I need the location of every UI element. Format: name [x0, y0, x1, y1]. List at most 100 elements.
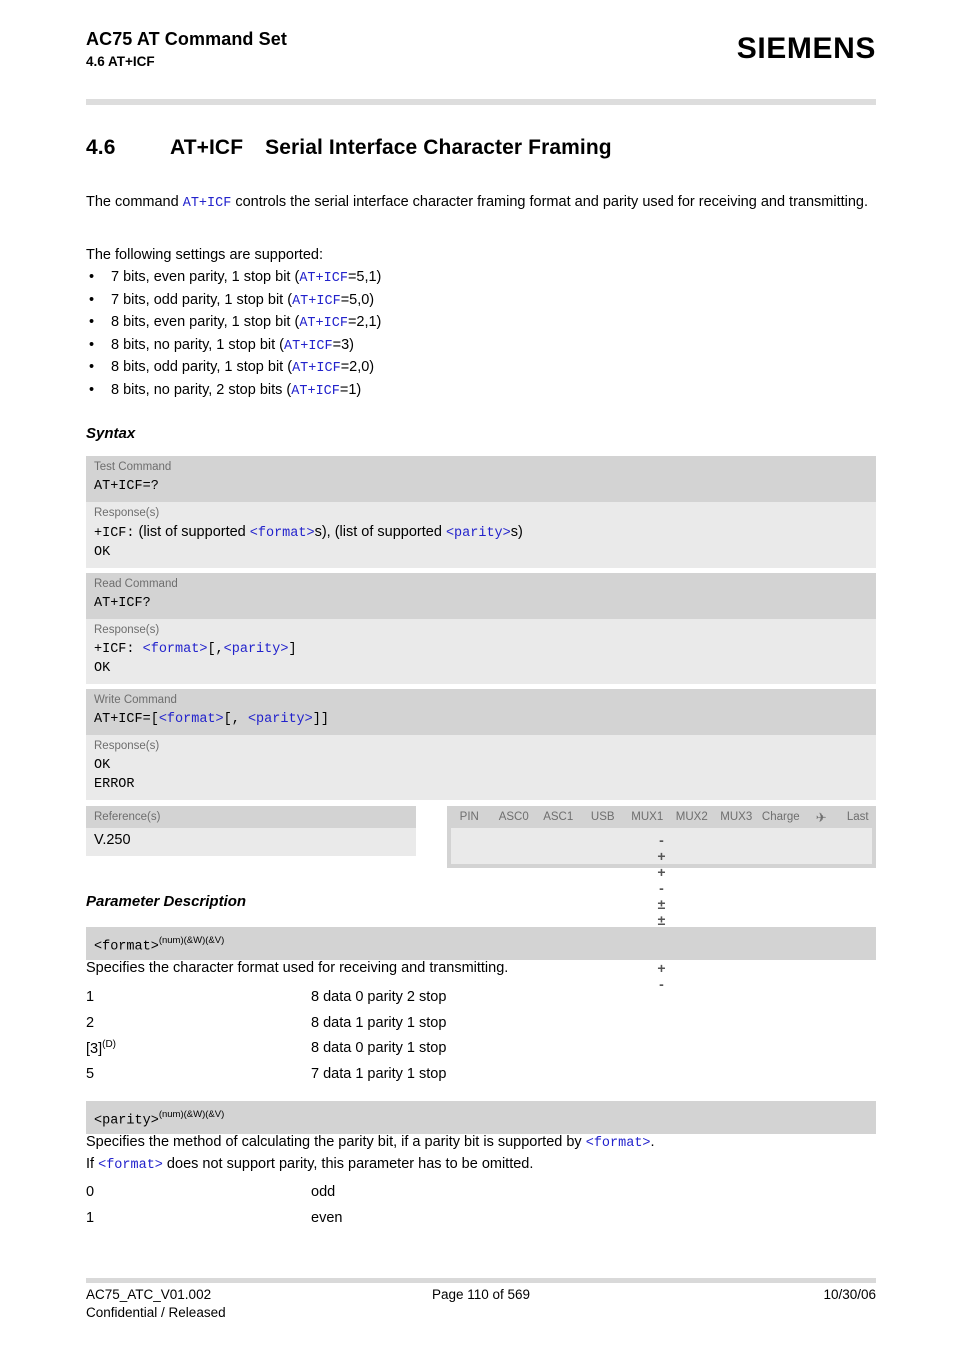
list-item-command-link[interactable]: AT+ICF — [291, 384, 340, 399]
reference-label: Reference(s) — [86, 806, 416, 828]
interface-support-table: PIN ASC0 ASC1 USB MUX1 MUX2 MUX3 Charge … — [447, 806, 876, 992]
intro-command-link[interactable]: AT+ICF — [183, 196, 232, 211]
reference-block: Reference(s) V.250 — [86, 806, 416, 856]
resp-mid: [, — [207, 642, 224, 657]
value-key: 5 — [86, 1060, 311, 1084]
footer-page-number: Page 110 of 569 — [431, 1287, 531, 1302]
footer-date: 10/30/06 — [823, 1287, 876, 1302]
cell-pin: - — [659, 832, 664, 848]
value-key: 0 — [86, 1178, 311, 1202]
parity-value-table: 0 odd 1 even — [86, 1178, 686, 1230]
list-item-text-after: =2,0) — [340, 359, 375, 376]
format-parameter-superscript: (num)(&W)(&V) — [158, 935, 225, 946]
intro-text-after: controls the serial interface character … — [231, 194, 869, 210]
format-param-link[interactable]: <format> — [159, 712, 224, 727]
column-header-asc1: ASC1 — [543, 811, 574, 823]
bullet-icon: • — [89, 381, 95, 398]
siemens-logo: SIEMENS — [736, 32, 876, 65]
resp-prefix: +ICF: — [94, 642, 135, 657]
list-item: • 8 bits, no parity, 2 stop bits (AT+ICF=… — [86, 381, 686, 404]
syntax-write-command-block: Write Command AT+ICF=[<format>[, <parity… — [86, 689, 876, 800]
test-response-row: Response(s) +ICF: (list of supported <fo… — [86, 502, 876, 568]
format-parameter-name: <format> — [94, 939, 159, 955]
resp-end: ] — [288, 642, 297, 657]
read-response-row: Response(s) +ICF: <format>[,<parity>] OK — [86, 619, 876, 684]
value-key-text: 1 — [86, 988, 95, 1005]
list-item: • 8 bits, even parity, 1 stop bit (AT+ICF… — [86, 313, 686, 336]
format-param-link[interactable]: <format> — [586, 1136, 651, 1151]
test-command-value: AT+ICF=? — [94, 479, 159, 494]
parity-parameter-description: Specifies the method of calculating the … — [86, 1132, 886, 1176]
resp-ok: OK — [94, 545, 111, 560]
value-description: 8 data 1 parity 1 stop — [311, 1014, 447, 1031]
list-item-text-after: =2,1) — [347, 314, 382, 331]
value-key-text: 0 — [86, 1183, 95, 1200]
bullet-icon: • — [89, 269, 95, 285]
test-response-label: Response(s) — [94, 507, 160, 519]
table-row: 0 odd — [86, 1178, 686, 1204]
column-header-charge: Charge — [761, 811, 800, 823]
parity-desc-1b: . — [650, 1134, 655, 1150]
parity-param-link[interactable]: <parity> — [224, 642, 289, 657]
resp-prefix: +ICF: — [94, 526, 135, 541]
read-command-value: AT+ICF? — [94, 596, 151, 611]
bullet-icon: • — [89, 336, 95, 353]
list-item-command-link[interactable]: AT+ICF — [299, 271, 348, 286]
footer-row-1: AC75_ATC_V01.002 Page 110 of 569 10/30/0… — [86, 1286, 876, 1304]
list-item-command-link[interactable]: AT+ICF — [299, 316, 348, 331]
format-param-link[interactable]: <format> — [250, 526, 315, 541]
resp-text-2: s), (list of supported — [314, 524, 446, 540]
table-row: - + + - ± ± ± - + - — [451, 828, 872, 992]
list-item-text-before: 8 bits, no parity, 1 stop bit ( — [111, 336, 285, 353]
format-param-link[interactable]: <format> — [143, 642, 208, 657]
list-item-text-before: 8 bits, no parity, 2 stop bits ( — [111, 381, 292, 398]
read-response-value: +ICF: <format>[,<parity>] OK — [86, 639, 876, 684]
resp-error: ERROR — [94, 777, 135, 792]
page-header: AC75 AT Command Set 4.6 AT+ICF SIEMENS — [86, 28, 876, 71]
section-title-text: Serial Interface Character Framing — [265, 136, 612, 159]
bullet-icon: • — [89, 314, 95, 331]
value-description: 7 data 1 parity 1 stop — [311, 1066, 447, 1083]
list-item-text-before: 8 bits, odd parity, 1 stop bit ( — [111, 359, 293, 376]
list-item: • 7 bits, odd parity, 1 stop bit (AT+ICF=… — [86, 291, 686, 314]
value-key-text: 2 — [86, 1014, 95, 1031]
list-item-command-link[interactable]: AT+ICF — [284, 339, 333, 354]
value-key-text: 5 — [86, 1066, 95, 1083]
airplane-icon: ✈ — [815, 810, 827, 825]
write-response-label: Response(s) — [94, 740, 160, 752]
cell-usb: - — [659, 880, 664, 896]
parameter-description-heading: Parameter Description — [86, 893, 247, 910]
value-key: 1 — [86, 1204, 311, 1228]
cell-asc1: + — [657, 864, 666, 880]
footer-divider — [86, 1278, 876, 1283]
parity-parameter-name: <parity> — [94, 1113, 159, 1129]
list-item-command-link[interactable]: AT+ICF — [292, 294, 341, 309]
list-item-command-link[interactable]: AT+ICF — [292, 361, 341, 376]
parity-desc-line-1: Specifies the method of calculating the … — [86, 1132, 886, 1154]
reference-value: V.250 — [86, 828, 416, 856]
parity-desc-2b: does not support parity, this parameter … — [162, 1156, 534, 1172]
value-description: odd — [311, 1183, 336, 1200]
footer-classification: Confidential / Released — [86, 1305, 226, 1320]
parity-param-link[interactable]: <parity> — [248, 712, 313, 727]
read-response-label: Response(s) — [94, 624, 160, 636]
table-row: 5 7 data 1 parity 1 stop — [86, 1060, 686, 1086]
value-key: 1 — [86, 983, 311, 1007]
syntax-heading: Syntax — [86, 425, 136, 442]
parity-param-link[interactable]: <parity> — [446, 526, 511, 541]
write-command-value: AT+ICF=[<format>[, <parity>]] — [86, 709, 876, 735]
value-key: [3](D) — [86, 1035, 311, 1059]
table-row: 1 even — [86, 1204, 686, 1230]
document-title: AC75 AT Command Set — [86, 29, 287, 49]
format-value-table: 1 8 data 0 parity 2 stop 2 8 data 1 parity… — [86, 983, 686, 1086]
document-page: AC75 AT Command Set 4.6 AT+ICF SIEMENS 4… — [0, 0, 954, 1351]
supported-settings-lead: The following settings are supported: — [86, 247, 323, 263]
cmd-mid: [, — [223, 712, 240, 727]
header-divider — [86, 99, 876, 105]
test-command-label: Test Command — [94, 461, 172, 473]
document-section-ref: 4.6 AT+ICF — [86, 54, 155, 69]
cmd-prefix: AT+ICF=[ — [94, 712, 159, 727]
column-header-asc0: ASC0 — [498, 811, 529, 823]
parity-desc-2a: If — [86, 1156, 99, 1172]
format-param-link[interactable]: <format> — [98, 1158, 163, 1173]
